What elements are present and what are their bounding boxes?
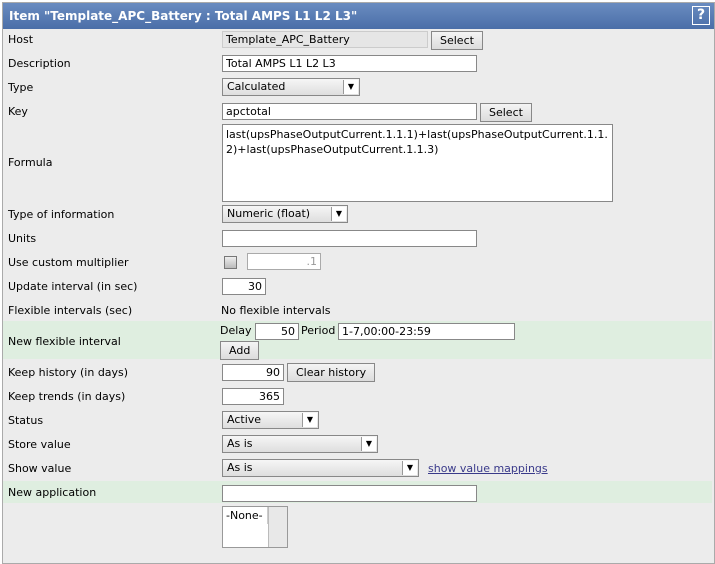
key-input[interactable]: [222, 103, 477, 120]
status-select[interactable]: Active ▼: [222, 411, 319, 429]
period-input[interactable]: 1-7,00:00-23:59: [338, 323, 515, 340]
show-value-select[interactable]: As is ▼: [222, 459, 419, 477]
host-field: Template_APC_Battery: [222, 31, 428, 48]
form-title: Item "Template_APC_Battery : Total AMPS …: [9, 9, 358, 23]
application-option[interactable]: -None-: [223, 507, 268, 524]
new-application-label: New application: [8, 486, 97, 499]
new-application-row: New application: [3, 481, 712, 503]
listbox-scrollbar[interactable]: [268, 507, 287, 547]
chevron-down-icon: ▼: [331, 207, 346, 221]
type-of-info-value: Numeric (float): [227, 207, 311, 220]
host-select-button[interactable]: Select: [431, 31, 483, 50]
update-interval-label: Update interval (in sec): [8, 280, 138, 293]
new-flexible-label: New flexible interval: [8, 335, 121, 348]
history-input[interactable]: 90: [222, 364, 284, 381]
host-label: Host: [8, 33, 34, 46]
trends-label: Keep trends (in days): [8, 390, 126, 403]
chevron-down-icon: ▼: [361, 437, 376, 451]
delay-input[interactable]: 50: [255, 323, 299, 340]
form-title-bar: Item "Template_APC_Battery : Total AMPS …: [3, 3, 714, 29]
period-label: Period: [301, 324, 336, 337]
key-select-button[interactable]: Select: [480, 103, 532, 122]
flexible-label: Flexible intervals (sec): [8, 304, 133, 317]
trends-input[interactable]: 365: [222, 388, 284, 405]
delay-label: Delay: [220, 324, 252, 337]
new-flexible-row: New flexible interval Delay 50 Period 1-…: [3, 321, 712, 360]
description-input[interactable]: [222, 55, 477, 72]
clear-history-button[interactable]: Clear history: [287, 363, 376, 382]
add-button[interactable]: Add: [220, 341, 259, 360]
show-value-mappings-link[interactable]: show value mappings: [428, 462, 548, 475]
key-label: Key: [8, 105, 28, 118]
units-input[interactable]: [222, 230, 477, 247]
store-value-label: Store value: [8, 438, 71, 451]
history-label: Keep history (in days): [8, 366, 129, 379]
units-label: Units: [8, 232, 37, 245]
show-value-label: Show value: [8, 462, 72, 475]
description-label: Description: [8, 57, 71, 70]
update-interval-input[interactable]: 30: [222, 278, 266, 295]
chevron-down-icon: ▼: [343, 80, 358, 94]
type-of-info-select[interactable]: Numeric (float) ▼: [222, 205, 348, 223]
type-of-info-label: Type of information: [8, 208, 115, 221]
type-value: Calculated: [227, 80, 286, 93]
type-select[interactable]: Calculated ▼: [222, 78, 360, 96]
chevron-down-icon: ▼: [302, 413, 317, 427]
help-icon[interactable]: ?: [692, 6, 710, 25]
new-application-input[interactable]: [222, 485, 477, 502]
flexible-value: No flexible intervals: [221, 304, 331, 317]
type-label: Type: [8, 81, 34, 94]
formula-textarea[interactable]: last(upsPhaseOutputCurrent.1.1.1)+last(u…: [222, 124, 613, 202]
store-value-value: As is: [227, 437, 253, 450]
status-value: Active: [227, 413, 262, 426]
multiplier-input[interactable]: .1: [247, 253, 321, 270]
show-value-value: As is: [227, 461, 253, 474]
status-label: Status: [8, 414, 44, 427]
chevron-down-icon: ▼: [402, 461, 417, 475]
store-value-select[interactable]: As is ▼: [222, 435, 378, 453]
host-row: Host Template_APC_Battery Select: [0, 30, 711, 50]
multiplier-label: Use custom multiplier: [8, 256, 129, 269]
multiplier-checkbox[interactable]: [224, 256, 237, 269]
formula-label: Formula: [8, 156, 53, 169]
